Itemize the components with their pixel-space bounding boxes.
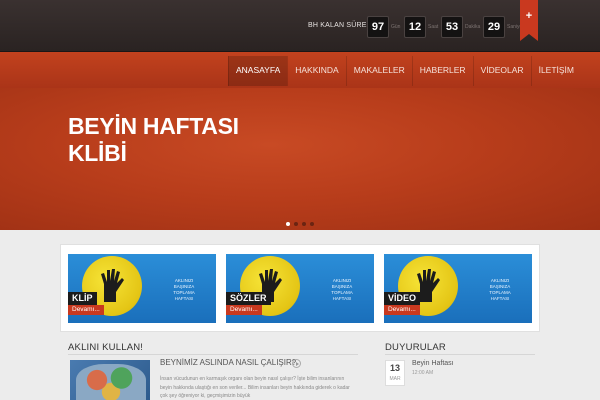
nav-item-iletisim[interactable]: İLETİŞİM — [530, 56, 581, 86]
arrow-right-icon[interactable] — [292, 359, 301, 368]
card-label-sozler: SÖZLER — [226, 292, 271, 305]
plus-icon: + — [525, 10, 533, 22]
slider-dot-4[interactable] — [310, 222, 314, 226]
slider-pagination — [286, 222, 314, 226]
card-tagline: AKLINIZI BAŞINIZA TOPLAMA HAFTASI — [489, 278, 511, 301]
hero-title[interactable]: BEYİN HAFTASI KLİBİ — [68, 113, 308, 167]
hand-icon — [101, 269, 124, 302]
slider-dot-1[interactable] — [286, 222, 290, 226]
main-nav: ANASAYFA HAKKINDA MAKALELER HABERLER VİD… — [228, 56, 581, 86]
article-thumbnail[interactable] — [70, 360, 150, 400]
date-day: 13 — [389, 363, 400, 373]
card-tagline: AKLINIZI BAŞINIZA TOPLAMA HAFTASI — [331, 278, 353, 301]
hero-title-line-1: BEYİN HAFTASI — [68, 113, 239, 139]
slider-dot-3[interactable] — [302, 222, 306, 226]
announcement-time: 12:00 AM — [412, 370, 434, 376]
nav-item-anasayfa[interactable]: ANASAYFA — [228, 56, 288, 86]
section-divider — [385, 354, 535, 355]
plus-ribbon-button[interactable]: + — [520, 0, 538, 41]
nav-item-makaleler[interactable]: MAKALELER — [345, 56, 412, 86]
card-more-klip-link[interactable]: Devamı... — [68, 305, 104, 315]
date-month: MAR — [389, 376, 401, 382]
section-title-aklini-kullan: AKLINI KULLAN! — [68, 342, 144, 353]
nav-item-hakkinda[interactable]: HAKKINDA — [287, 56, 345, 86]
announcement-title-link[interactable]: Beyin Haftası — [412, 360, 454, 367]
card-more-sozler-link[interactable]: Devamı... — [226, 305, 262, 315]
nav-item-haberler[interactable]: HABERLER — [411, 56, 473, 86]
countdown-hours-unit: Saat — [428, 24, 439, 30]
countdown-label: BH KALAN SÜRE — [308, 22, 367, 29]
nav-item-videolar[interactable]: VİDEOLAR — [472, 56, 531, 86]
announcement-date: 13 MAR — [385, 360, 405, 386]
article-excerpt: İnsan vücudunun en karmaşık organı olan … — [160, 376, 350, 399]
card-label-klip: KLİP — [68, 292, 97, 305]
countdown-seconds: 29 — [483, 16, 505, 38]
hero-title-line-2: KLİBİ — [68, 140, 127, 166]
card-more-video-link[interactable]: Devamı... — [384, 305, 420, 315]
card-tagline: AKLINIZI BAŞINIZA TOPLAMA HAFTASI — [173, 278, 195, 301]
countdown-minutes: 53 — [441, 16, 463, 38]
countdown-hours: 12 — [404, 16, 426, 38]
section-title-duyurular: DUYURULAR — [385, 342, 446, 353]
countdown-days-unit: Gün — [391, 24, 401, 30]
countdown-minutes-unit: Dakika — [465, 24, 481, 30]
article-title-link[interactable]: BEYNİMİZ ASLINDA NASIL ÇALIŞIR? — [160, 358, 296, 367]
slider-dot-2[interactable] — [294, 222, 298, 226]
brain-image — [76, 364, 146, 400]
countdown-days: 97 — [367, 16, 389, 38]
card-label-video: VİDEO — [384, 292, 421, 305]
section-divider — [68, 354, 358, 355]
